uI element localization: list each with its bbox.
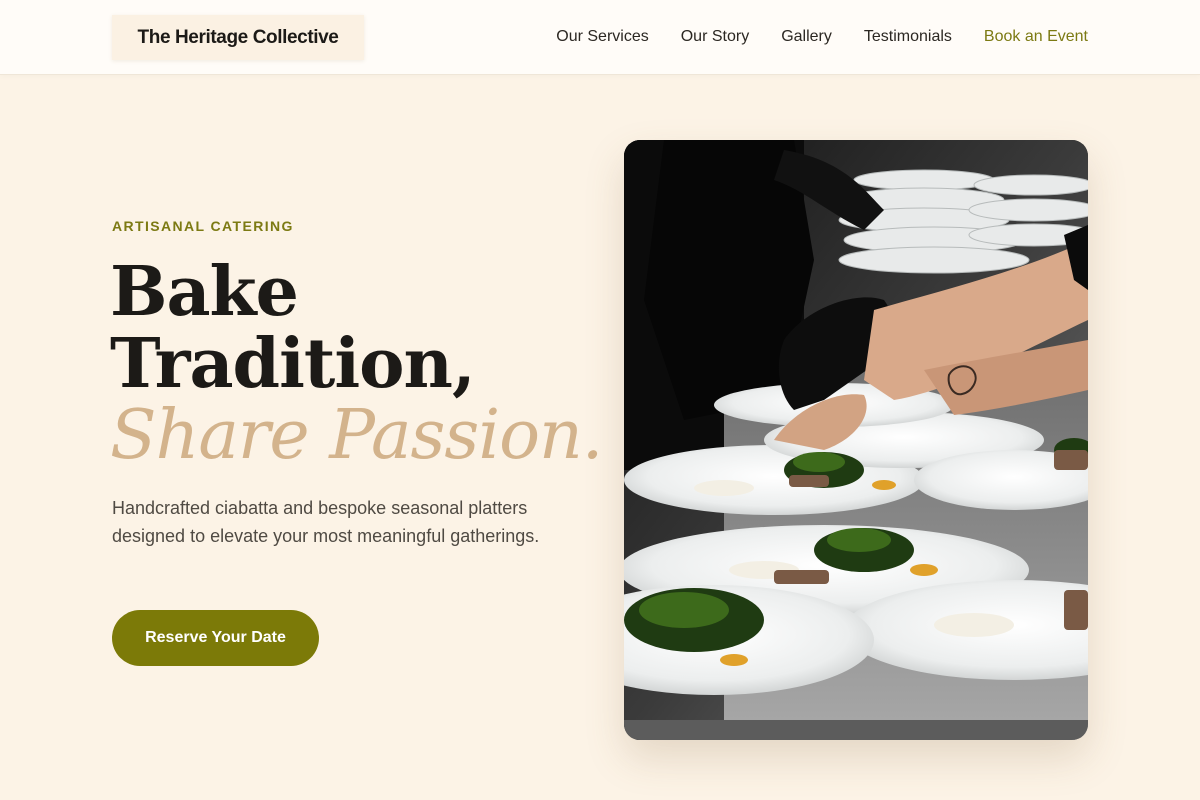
hero-headline: Bake Tradition, Share Passion. [110,252,603,475]
nav-link-book-an-event[interactable]: Book an Event [984,26,1088,48]
headline-line-1: Bake [110,252,299,332]
headline-line-2: Tradition, [110,324,476,404]
main-nav: Our Services Our Story Gallery Testimoni… [556,26,1088,48]
nav-link-testimonials[interactable]: Testimonials [864,26,952,48]
site-header: The Heritage Collective Our Services Our… [0,0,1200,75]
nav-link-gallery[interactable]: Gallery [781,26,832,48]
hero-image [624,140,1088,740]
hero-subtext: Handcrafted ciabatta and bespoke seasona… [112,498,540,546]
nav-link-our-story[interactable]: Our Story [681,26,749,48]
kitchen-plating-photo [624,140,1088,740]
nav-link-our-services[interactable]: Our Services [556,26,648,48]
hero-eyebrow: ARTISANAL CATERING [112,218,294,234]
reserve-date-button[interactable]: Reserve Your Date [112,610,319,666]
brand-logo[interactable]: The Heritage Collective [112,15,364,60]
headline-line-3: Share Passion. [110,396,603,475]
